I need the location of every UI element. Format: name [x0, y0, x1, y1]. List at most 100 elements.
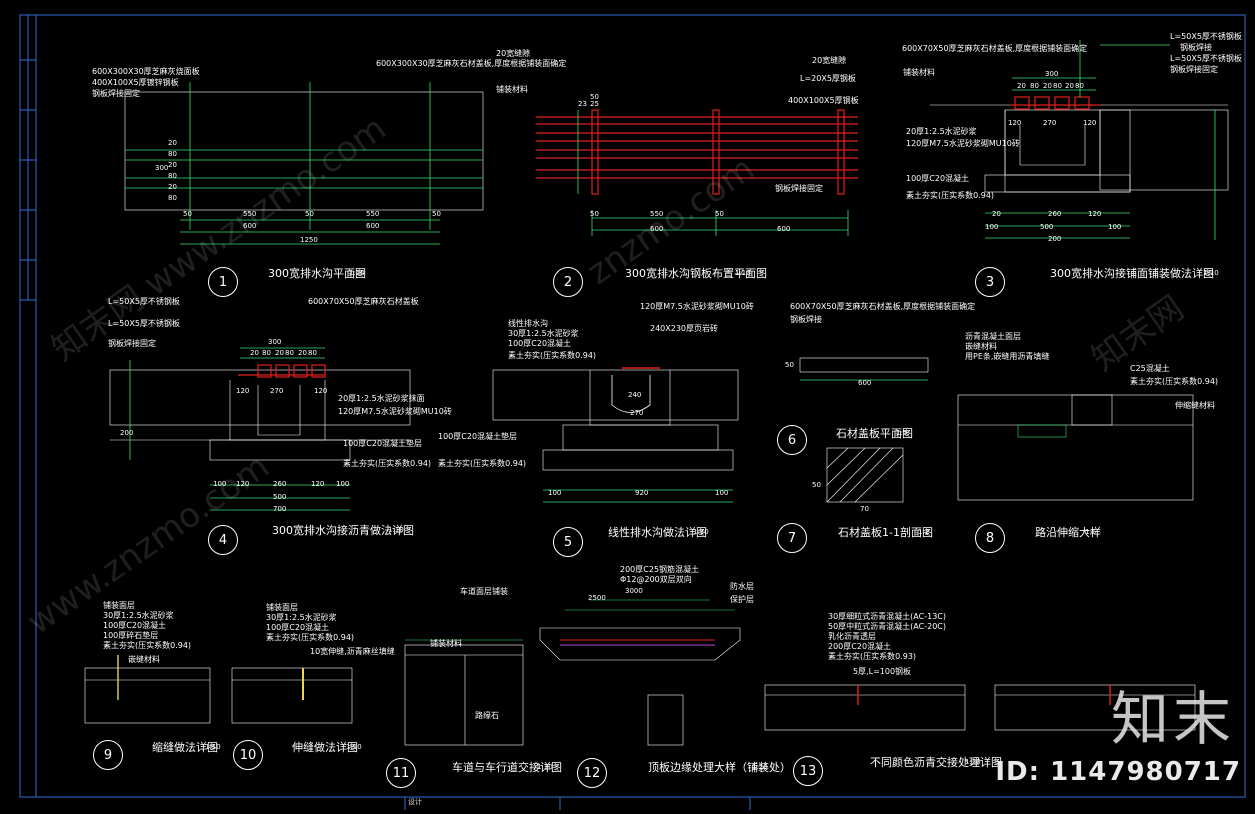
d3-dim-5: 80	[1053, 82, 1062, 90]
d1-dim-4: 550	[366, 210, 380, 218]
d12-dim-1: 2500	[588, 594, 606, 602]
d2-note-4: 钢板焊接固定	[775, 184, 823, 193]
detail-13-title: 不同颜色沥青交接处理详图	[870, 756, 1002, 769]
d4-dim-4: 20	[275, 349, 284, 357]
d1-vdim-2: 20	[168, 139, 177, 147]
d1-note-6: 铺装材料	[496, 85, 528, 94]
d1-note-1: 600X300X30厚芝麻灰烧面板	[92, 67, 200, 76]
d4-dim-6: 20	[298, 349, 307, 357]
d3-dim-9: 270	[1043, 119, 1057, 127]
d4-dim-8: 120	[236, 387, 250, 395]
d2-dim-1: 50	[590, 210, 599, 218]
d2-top-2: 25	[590, 100, 599, 108]
d2-note-1: 20宽缝隙	[812, 56, 847, 65]
d3-note-2: L=50X5厚不锈钢板	[1170, 32, 1242, 41]
d2-top-3: 50	[590, 93, 599, 101]
d6-note-1: 600X70X50厚芝麻灰石材盖板,厚度根据铺装面确定	[790, 302, 976, 311]
d2-note-3: 400X100X5厚钢板	[788, 96, 859, 105]
d9-note-4: 100厚碎石垫层	[103, 631, 159, 640]
d3-note-7: 20厚1:2.5水泥砂浆	[906, 127, 977, 136]
d5-dim-2: 240	[628, 391, 642, 399]
d11-note-1: 车道面层铺装	[460, 587, 508, 596]
detail-7-scale: 1:2	[918, 528, 930, 536]
detail-10-scale: 1:10	[346, 743, 362, 751]
d3-dim-13: 120	[1088, 210, 1102, 218]
d5-dim-1: 270	[630, 409, 644, 417]
d1-note-4: 20宽缝隙	[496, 49, 531, 58]
d1-vdim-4: 20	[168, 161, 177, 169]
d10-note-2: 30厚1:2.5水泥砂浆	[266, 613, 337, 622]
d3-dim-7: 80	[1075, 82, 1084, 90]
detail-7-drawing	[826, 447, 904, 503]
d5-note-3: 100厚C20混凝土	[508, 339, 572, 348]
d12-note-4: 保护层	[730, 595, 754, 604]
detail-3-number: 3	[975, 267, 1005, 297]
d3-note-9: 100厚C20混凝土	[906, 174, 970, 183]
d4-dim-18: 200	[120, 429, 134, 437]
d13-note-5: 素土夯实(压实系数0.93)	[828, 652, 917, 661]
detail-5-scale: 1:10	[693, 528, 709, 536]
d11-note-2: 铺装材料	[430, 639, 462, 648]
d12-note-2: Φ12@200双层双向	[620, 575, 692, 584]
detail-3-title: 300宽排水沟接铺面铺装做法详图	[1050, 267, 1214, 280]
d4-dim-13: 260	[273, 480, 287, 488]
d1-note-5: 600X300X30厚芝麻灰石材盖板,厚度根据铺装面确定	[376, 59, 567, 68]
d2-dim-5: 600	[777, 225, 791, 233]
d3-note-6: 铺装材料	[903, 68, 935, 77]
d3-dim-6: 20	[1065, 82, 1074, 90]
d3-dim-2: 20	[1017, 82, 1026, 90]
detail-2-scale: 1:10	[735, 269, 751, 277]
d4-note-6: 120厚M7.5水泥砂浆砌MU10砖	[338, 407, 452, 416]
d4-dim-10: 120	[314, 387, 328, 395]
detail-10-number: 10	[233, 740, 263, 770]
d5-note-8: 素土夯实(压实系数0.94)	[438, 459, 527, 468]
d6-dim-2: 50	[785, 361, 794, 369]
detail-9-number: 9	[93, 740, 123, 770]
d6-note-2: 钢板焊接	[790, 315, 822, 324]
d4-dim-17: 700	[273, 505, 287, 513]
detail-10-drawing	[231, 667, 353, 724]
d12-note-3: 防水层	[730, 582, 754, 591]
drawing-sheet: 1 300宽排水沟平面图 1:10 2 300宽排水沟钢板布置平面图 1:10 …	[0, 0, 1255, 810]
d3-note-3: L=50X5厚不锈钢板	[1170, 54, 1242, 63]
d12-note-1: 200厚C25钢筋混凝土	[620, 565, 700, 574]
d4-note-7: 100厚C20混凝土垫层	[343, 439, 423, 448]
d1-dim-8: 1250	[300, 236, 318, 244]
detail-6-scale: 1:5	[896, 429, 908, 437]
d5-note-5: 240X230厚页岩砖	[650, 324, 719, 333]
detail-13-number: 13	[793, 756, 823, 786]
d3-dim-4: 20	[1043, 82, 1052, 90]
d2-note-2: L=20X5厚钢板	[800, 74, 856, 83]
d13-note-6: 5厚,L=100钢板	[853, 667, 912, 676]
d1-dim-5: 50	[432, 210, 441, 218]
d5-dim-4: 920	[635, 489, 649, 497]
d13-note-1: 30厚细粒式沥青混凝土(AC-13C)	[828, 612, 946, 621]
d4-dim-3: 80	[262, 349, 271, 357]
d6-dim-1: 600	[858, 379, 872, 387]
d4-dim-1: 300	[268, 338, 282, 346]
detail-9-scale: 1:10	[205, 743, 221, 751]
d9-note-3: 100厚C20混凝土	[103, 621, 167, 630]
d9-note-2: 30厚1:2.5水泥砂浆	[103, 611, 174, 620]
d13-note-2: 50厚中粒式沥青混凝土(AC-20C)	[828, 622, 946, 631]
detail-8-drawing	[957, 394, 1194, 501]
d8-note-1: 沥青混凝土面层	[965, 332, 1021, 341]
d2-top-1: 23	[578, 100, 587, 108]
d1-vdim-3: 80	[168, 150, 177, 158]
detail-7-number: 7	[777, 523, 807, 553]
detail-1-scale: 1:10	[349, 269, 365, 277]
image-id: ID: 1147980717	[995, 757, 1241, 787]
detail-11-number: 11	[386, 758, 416, 788]
d1-note-3: 钢板焊接固定	[92, 89, 140, 98]
d3-dim-10: 120	[1083, 119, 1097, 127]
detail-2-number: 2	[553, 267, 583, 297]
detail-8-scale: 1:5	[1085, 528, 1097, 536]
d10-note-4: 素土夯实(压实系数0.94)	[266, 633, 355, 642]
detail-4-number: 4	[208, 525, 238, 555]
title-block-label: 设计	[408, 798, 422, 806]
d8-note-2: 嵌缝材料	[965, 342, 997, 351]
d3-dim-14: 100	[985, 223, 999, 231]
detail-4-scale: 1:10	[388, 526, 404, 534]
d8-note-5: 素土夯实(压实系数0.94)	[1130, 377, 1219, 386]
d5-note-1: 线性排水沟	[508, 319, 548, 328]
